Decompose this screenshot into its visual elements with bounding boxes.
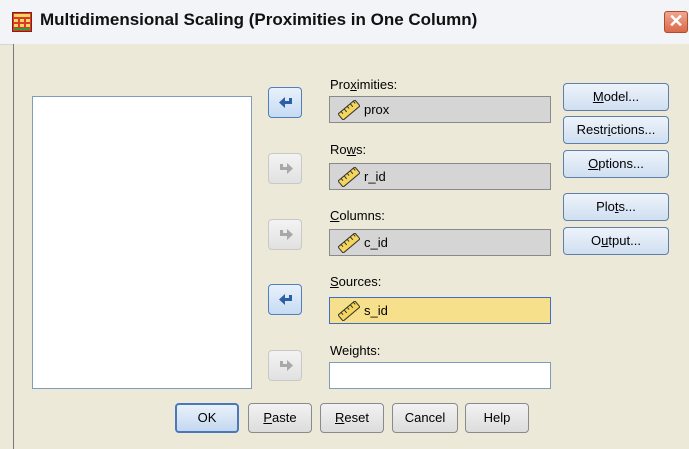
source-variable-list[interactable]: [32, 96, 252, 389]
close-button[interactable]: ✕: [664, 11, 688, 33]
window-title: Multidimensional Scaling (Proximities in…: [40, 10, 478, 29]
help-button[interactable]: Help: [465, 403, 529, 433]
arrow-move-out-icon: [280, 360, 293, 371]
title-bar: Multidimensional Scaling (Proximities in…: [0, 0, 689, 45]
paste-button[interactable]: Paste: [248, 403, 312, 433]
sources-label: Sources:: [330, 274, 382, 289]
weights-field[interactable]: [329, 362, 551, 389]
output-button[interactable]: Output...: [563, 227, 669, 255]
weights-label: Weights:: [330, 343, 381, 358]
cancel-button[interactable]: Cancel: [392, 403, 458, 433]
move-from-sources-button[interactable]: [268, 284, 302, 315]
columns-field[interactable]: c_id: [329, 229, 551, 256]
rows-label: Rows:: [330, 142, 367, 157]
restrictions-button[interactable]: Restrictions...: [563, 116, 669, 144]
move-to-columns-button[interactable]: [268, 219, 302, 250]
grid-table-icon: [12, 12, 32, 32]
move-to-proximities-button[interactable]: [268, 87, 302, 118]
ruler-scale-icon: [338, 301, 360, 321]
columns-label: Columns:: [330, 208, 385, 223]
ruler-scale-icon: [338, 233, 360, 253]
ok-button[interactable]: OK: [175, 403, 239, 433]
sources-field[interactable]: s_id: [329, 297, 551, 324]
proximities-label: Proximities:: [330, 77, 398, 92]
arrow-move-in-icon: [279, 97, 292, 108]
plots-button[interactable]: Plots...: [563, 193, 669, 221]
ruler-scale-icon: [338, 167, 360, 187]
model-button[interactable]: Model...: [563, 83, 669, 111]
ruler-scale-icon: [338, 100, 360, 120]
rows-field[interactable]: r_id: [329, 163, 551, 190]
arrow-move-out-icon: [280, 229, 293, 240]
arrow-move-out-icon: [280, 163, 293, 174]
reset-button[interactable]: Reset: [320, 403, 384, 433]
options-button[interactable]: Options...: [563, 150, 669, 178]
dialog-window: Multidimensional Scaling (Proximities in…: [0, 0, 689, 449]
arrow-move-in-icon: [279, 294, 292, 305]
close-icon: ✕: [668, 11, 684, 31]
proximities-field[interactable]: prox: [329, 96, 551, 123]
move-to-weights-button[interactable]: [268, 350, 302, 381]
move-to-rows-button[interactable]: [268, 153, 302, 184]
